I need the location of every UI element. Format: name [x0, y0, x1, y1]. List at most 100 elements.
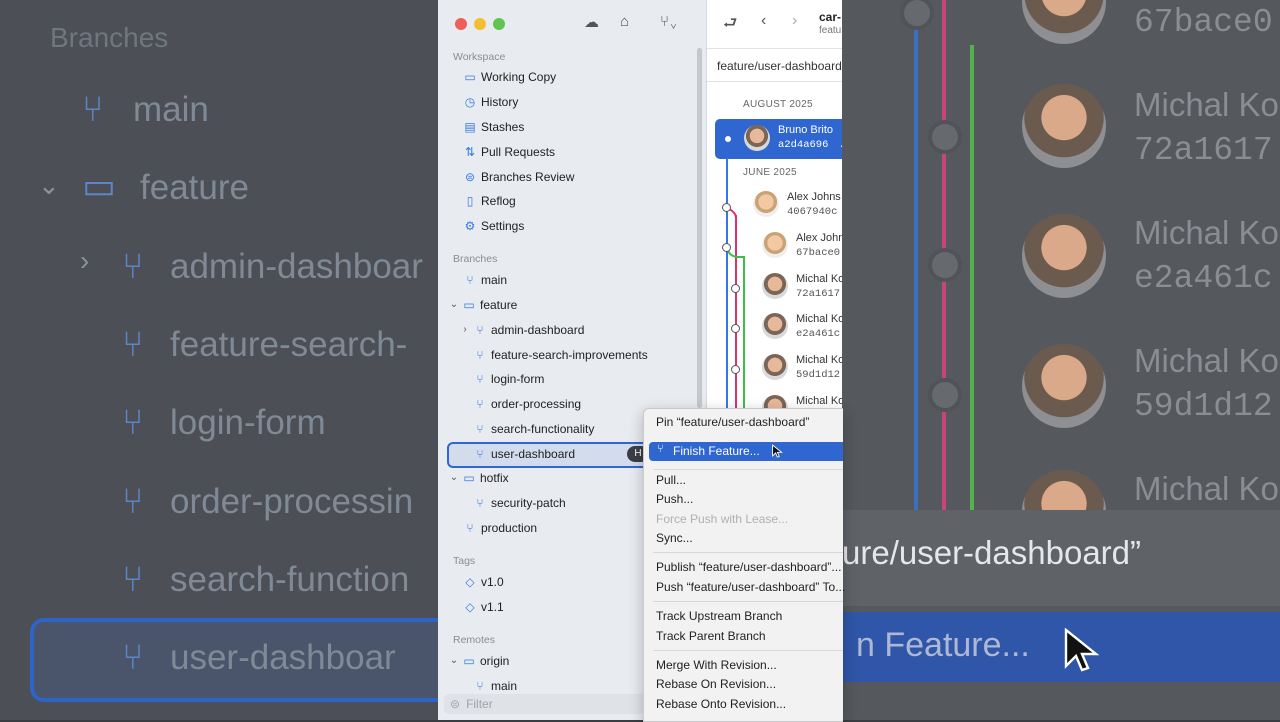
branch-feature-search-improvements[interactable]: ⑂ feature-search-improvements: [472, 344, 647, 366]
commit-row[interactable]: Alex John 67bace0: [796, 231, 842, 261]
chevron-down-icon[interactable]: ⌄: [448, 650, 460, 672]
sidebar-item-pull-requests[interactable]: ⇅ Pull Requests: [462, 141, 555, 163]
avatar: [1022, 214, 1106, 298]
branch-icon: ⑂: [466, 521, 474, 535]
menu-separator: [653, 650, 843, 651]
branch-folder-feature[interactable]: ⌄ ▭ feature: [448, 294, 518, 316]
remote-origin[interactable]: ⌄ ▭ origin: [448, 650, 510, 672]
branch-user-dashboard[interactable]: ⑂ user-dashboard: [472, 443, 575, 465]
sidebar-item-settings[interactable]: ⚙ Settings: [462, 215, 525, 237]
tag-v1-0[interactable]: ◇ v1.0: [462, 571, 503, 593]
menu-separator: [653, 601, 843, 602]
book-icon: ▯: [466, 194, 474, 208]
branch-search-functionality[interactable]: ⑂ search-functionality: [472, 418, 594, 440]
graph-node: [928, 120, 962, 154]
menu-item-rebase-on[interactable]: Rebase On Revision...: [656, 675, 776, 693]
chevron-down-icon[interactable]: ⌄: [448, 294, 460, 316]
branch-order-processing[interactable]: ⑂ order-processing: [472, 393, 581, 415]
drive-icon[interactable]: ⌂: [620, 13, 629, 30]
branch-security-patch[interactable]: ⑂ security-patch: [472, 492, 565, 514]
forward-button[interactable]: ›: [792, 12, 797, 30]
backdrop-item: feature: [140, 168, 249, 207]
backdrop-item: search-function: [170, 560, 410, 599]
sidebar-item-stashes[interactable]: ▤ Stashes: [462, 116, 524, 138]
branch-icon: ⑂: [476, 447, 484, 461]
commit-row[interactable]: Michal Ko e2a461c: [796, 312, 842, 342]
backdrop-header: Branches: [50, 22, 169, 53]
chevron-right-icon[interactable]: ›: [459, 319, 471, 341]
graph-node: [722, 243, 731, 252]
sidebar-item-branches-review[interactable]: ⊜ Branches Review: [462, 166, 574, 188]
close-window-button[interactable]: [455, 18, 467, 30]
backdrop-name: Michal Ko: [1134, 214, 1279, 251]
folder-icon: ▭: [463, 654, 475, 668]
backdrop-item: feature-search-: [170, 325, 408, 364]
sidebar-item-history[interactable]: ◷ History: [462, 91, 519, 113]
pull-request-icon: ⇅: [464, 145, 476, 159]
graph-line: [914, 0, 918, 510]
branch-main[interactable]: ⑂ main: [462, 269, 507, 291]
commit-row[interactable]: Alex Johns 4067940c: [787, 190, 841, 220]
avatar: [762, 232, 788, 258]
backdrop-left: Branches ⑂ main ⌄ ▭ feature › ⑂ admin-da…: [0, 0, 438, 720]
menu-item-pin[interactable]: Pin “feature/user-dashboard”: [656, 413, 809, 431]
graph-line: [743, 256, 745, 410]
minimize-window-button[interactable]: [474, 18, 486, 30]
back-button[interactable]: ‹: [761, 12, 766, 30]
tags-header: Tags: [453, 555, 476, 567]
zoom-window-button[interactable]: [493, 18, 505, 30]
menu-item-push[interactable]: Push...: [656, 490, 693, 508]
menu-item-rebase-onto[interactable]: Rebase Onto Revision...: [656, 695, 786, 713]
commit-row[interactable]: Michal Ko 72a1617: [796, 272, 842, 302]
graph-node: [928, 378, 962, 412]
menu-item-merge[interactable]: Merge With Revision...: [656, 656, 777, 674]
cloud-icon[interactable]: ☁: [584, 13, 599, 31]
avatar: [1022, 0, 1106, 44]
sidebar-scrollbar[interactable]: [697, 48, 702, 408]
branch-login-form[interactable]: ⑂ login-form: [472, 368, 544, 390]
repo-title: car-: [819, 10, 842, 24]
backdrop-selected-text: n Feature...: [856, 626, 1030, 664]
branch-context-menu: Pin “feature/user-dashboard” ⑂ Finish Fe…: [643, 408, 845, 722]
repo-subtitle: featu: [819, 25, 842, 36]
commit-row[interactable]: Michal Ko: [796, 394, 842, 409]
return-icon[interactable]: ⮐: [723, 12, 737, 39]
menu-item-sync[interactable]: Sync...: [656, 529, 693, 547]
backdrop-item: admin-dashboar: [170, 247, 423, 286]
branch-icon: ⑂: [466, 273, 474, 287]
branch-icon: ⑂: [122, 636, 144, 677]
menu-item-finish-feature[interactable]: ⑂ Finish Feature...: [649, 442, 843, 461]
backdrop-item: main: [133, 90, 209, 129]
branch-production[interactable]: ⑂ production: [462, 517, 537, 539]
branch-icon: ⑂: [122, 558, 144, 599]
avatar: [744, 125, 770, 151]
menu-item-pull[interactable]: Pull...: [656, 471, 686, 489]
menu-item-track-upstream[interactable]: Track Upstream Branch: [656, 607, 782, 625]
graph-line: [726, 158, 728, 410]
menu-item-push-to[interactable]: Push “feature/user-dashboard” To...: [656, 578, 845, 596]
menu-item-track-parent[interactable]: Track Parent Branch: [656, 627, 766, 645]
commit-row[interactable]: Michal Ko 59d1d12: [796, 353, 842, 383]
sidebar-item-reflog[interactable]: ▯ Reflog: [462, 190, 516, 212]
branch-folder-hotfix[interactable]: ⌄ ▭ hotfix: [448, 467, 509, 489]
backdrop-name: Michal Ko: [1134, 470, 1279, 507]
menu-item-publish[interactable]: Publish “feature/user-dashboard”...: [656, 558, 841, 576]
backdrop-band-text: ure/user-dashboard”: [842, 534, 1141, 571]
branch-admin-dashboard[interactable]: › ⑂ admin-dashboard: [459, 319, 584, 341]
sidebar-item-working-copy[interactable]: ▭ Working Copy: [462, 66, 556, 88]
tag-v1-1[interactable]: ◇ v1.1: [462, 596, 503, 618]
chevron-down-icon[interactable]: ⌄: [448, 467, 460, 489]
backdrop-name: Michal Ko: [1134, 342, 1279, 379]
branch-icon: ⑂: [476, 348, 484, 362]
git-flow-icon[interactable]: ⑂⌄: [660, 13, 678, 30]
menu-separator: [653, 469, 843, 470]
clipboard-icon: ▤: [464, 120, 476, 134]
graph-line: [970, 45, 974, 515]
cursor-icon: [772, 444, 783, 458]
avatar: [1022, 344, 1106, 428]
avatar: [762, 354, 788, 380]
backdrop-hash: 59d1d12: [1134, 388, 1273, 425]
avatar: [762, 273, 788, 299]
branch-icon: ⑂: [476, 323, 484, 337]
folder-icon: ▭: [82, 165, 117, 206]
